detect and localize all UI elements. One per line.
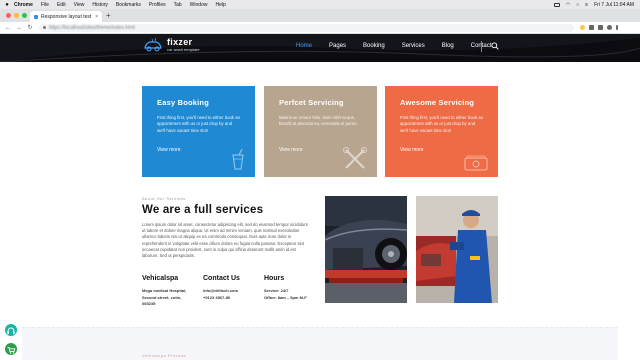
card-title: Perfcet Servicing — [279, 98, 344, 107]
money-icon — [464, 155, 488, 171]
card-title: Awesome Servicing — [400, 98, 475, 107]
process-kicker: Vehicalspa Process — [142, 353, 186, 358]
feature-card-awesome: Awesome Servicing First thing first, you… — [385, 86, 498, 177]
drink-icon — [232, 149, 244, 170]
support-chat-button[interactable] — [5, 324, 17, 336]
menu-file[interactable]: File — [41, 2, 49, 8]
macos-menu-bar: ● Chrome File Edit View History Bookmark… — [0, 0, 640, 9]
headset-icon — [7, 327, 15, 334]
menu-view[interactable]: View — [74, 2, 85, 8]
reload-icon[interactable]: ↻ — [27, 24, 33, 31]
menu-window[interactable]: Window — [190, 2, 208, 8]
extension-icon[interactable] — [580, 25, 585, 30]
extensions-area — [580, 25, 618, 30]
car-logo-icon — [144, 38, 162, 52]
url-text[interactable]: https://localhost/sites/theme/index.html — [49, 25, 135, 31]
browser-tab-strip: Responsive layout test × + — [0, 9, 640, 22]
nav-divider — [481, 41, 482, 52]
service-photo-car-lift — [325, 196, 407, 303]
sidebar-icon[interactable] — [598, 25, 603, 30]
nav-pages[interactable]: Pages — [329, 43, 346, 49]
info-line: Office: 8am – 5pm M-F — [264, 294, 307, 300]
menu-chrome[interactable]: Chrome — [14, 2, 33, 8]
tab-title: Responsive layout test — [41, 13, 92, 20]
menu-help[interactable]: Help — [215, 2, 225, 8]
process-section — [22, 327, 618, 360]
menu-bar-status: ◠ ○ ≡ Fri 7 Jul 11:04 AM — [553, 2, 640, 8]
zoom-window-button[interactable] — [22, 13, 27, 18]
view-more-link[interactable]: View more — [400, 147, 424, 153]
card-title: Easy Booking — [157, 98, 209, 107]
cart-icon — [7, 347, 16, 354]
nav-services[interactable]: Services — [402, 43, 425, 49]
address-bar[interactable]: https://localhost/sites/theme/index.html — [39, 23, 574, 32]
info-heading: Hours — [264, 275, 285, 282]
minimize-window-button[interactable] — [14, 13, 19, 18]
menu-history[interactable]: History — [92, 2, 108, 8]
info-contact: Contact Us info@drlitsch.com +0123 4567-… — [203, 275, 259, 301]
apple-icon[interactable]: ● — [0, 2, 14, 8]
menu-bookmarks[interactable]: Bookmarks — [116, 2, 141, 8]
feature-card-servicing: Perfcet Servicing Mauris ac ornare felis… — [264, 86, 377, 177]
info-line: 065235 — [142, 301, 156, 306]
info-hours: Hours Service: 24/7 Office: 8am – 5pm M-… — [264, 275, 320, 301]
control-center-icon[interactable]: ≡ — [585, 2, 588, 8]
new-tab-button[interactable]: + — [106, 11, 111, 20]
card-text: First thing first, you'll need to either… — [400, 115, 483, 133]
browser-toolbar: ← → ↻ https://localhost/sites/theme/inde… — [0, 22, 640, 34]
forward-icon[interactable]: → — [16, 25, 22, 31]
menu-edit[interactable]: Edit — [57, 2, 66, 8]
info-phone[interactable]: +0123 4567-89 — [203, 295, 259, 302]
logo-tagline: car wash template — [167, 47, 200, 52]
favicon-icon — [34, 14, 38, 19]
section-title: We are a full services — [142, 204, 264, 216]
card-text: Mauris ac ornare felis. Nam nibh neque, … — [279, 115, 358, 127]
logo-name: fixzer — [167, 37, 193, 47]
nav-booking[interactable]: Booking — [363, 43, 385, 49]
search-icon[interactable] — [491, 42, 499, 50]
section-kicker: About Our Services — [142, 196, 186, 201]
feature-card-booking: Easy Booking First thing first, you'll n… — [142, 86, 255, 177]
site-info-icon[interactable] — [43, 26, 46, 29]
tools-icon — [343, 147, 367, 169]
search-menu-icon[interactable]: ○ — [576, 2, 579, 8]
view-more-link[interactable]: View more — [279, 147, 303, 153]
close-window-button[interactable] — [6, 13, 11, 18]
nav-home[interactable]: Home — [296, 43, 312, 49]
menu-bar-clock[interactable]: Fri 7 Jul 11:04 AM — [594, 2, 634, 8]
main-nav: Home Pages Booking Services Blog Contact — [296, 43, 508, 49]
back-icon[interactable]: ← — [5, 25, 11, 31]
cart-button[interactable] — [5, 343, 17, 355]
window-controls — [6, 13, 27, 18]
tab-close-icon[interactable]: × — [95, 14, 98, 20]
menu-profiles[interactable]: Profiles — [149, 2, 166, 8]
info-heading: Vehicalspa — [142, 275, 179, 282]
screen-icon[interactable] — [553, 2, 560, 7]
section-body: Lorem ipsum dolor sit amet, consectetur … — [142, 222, 308, 259]
kebab-menu-icon[interactable] — [616, 25, 618, 30]
info-heading: Contact Us — [203, 275, 240, 282]
browser-tab[interactable]: Responsive layout test × — [30, 11, 102, 22]
wifi-icon[interactable]: ◠ — [566, 2, 570, 8]
view-more-link[interactable]: View more — [157, 147, 181, 153]
service-photo-mechanic — [416, 196, 498, 303]
menu-tab[interactable]: Tab — [174, 2, 182, 8]
puzzle-icon[interactable] — [589, 25, 594, 30]
site-logo[interactable]: fixzer car wash template — [143, 38, 199, 52]
info-vehicalspa: Vehicalspa Mega medical Hospital, Second… — [142, 275, 198, 308]
profile-icon[interactable] — [607, 25, 612, 30]
card-text: First thing first, you'll need to either… — [157, 115, 240, 133]
nav-blog[interactable]: Blog — [442, 43, 454, 49]
